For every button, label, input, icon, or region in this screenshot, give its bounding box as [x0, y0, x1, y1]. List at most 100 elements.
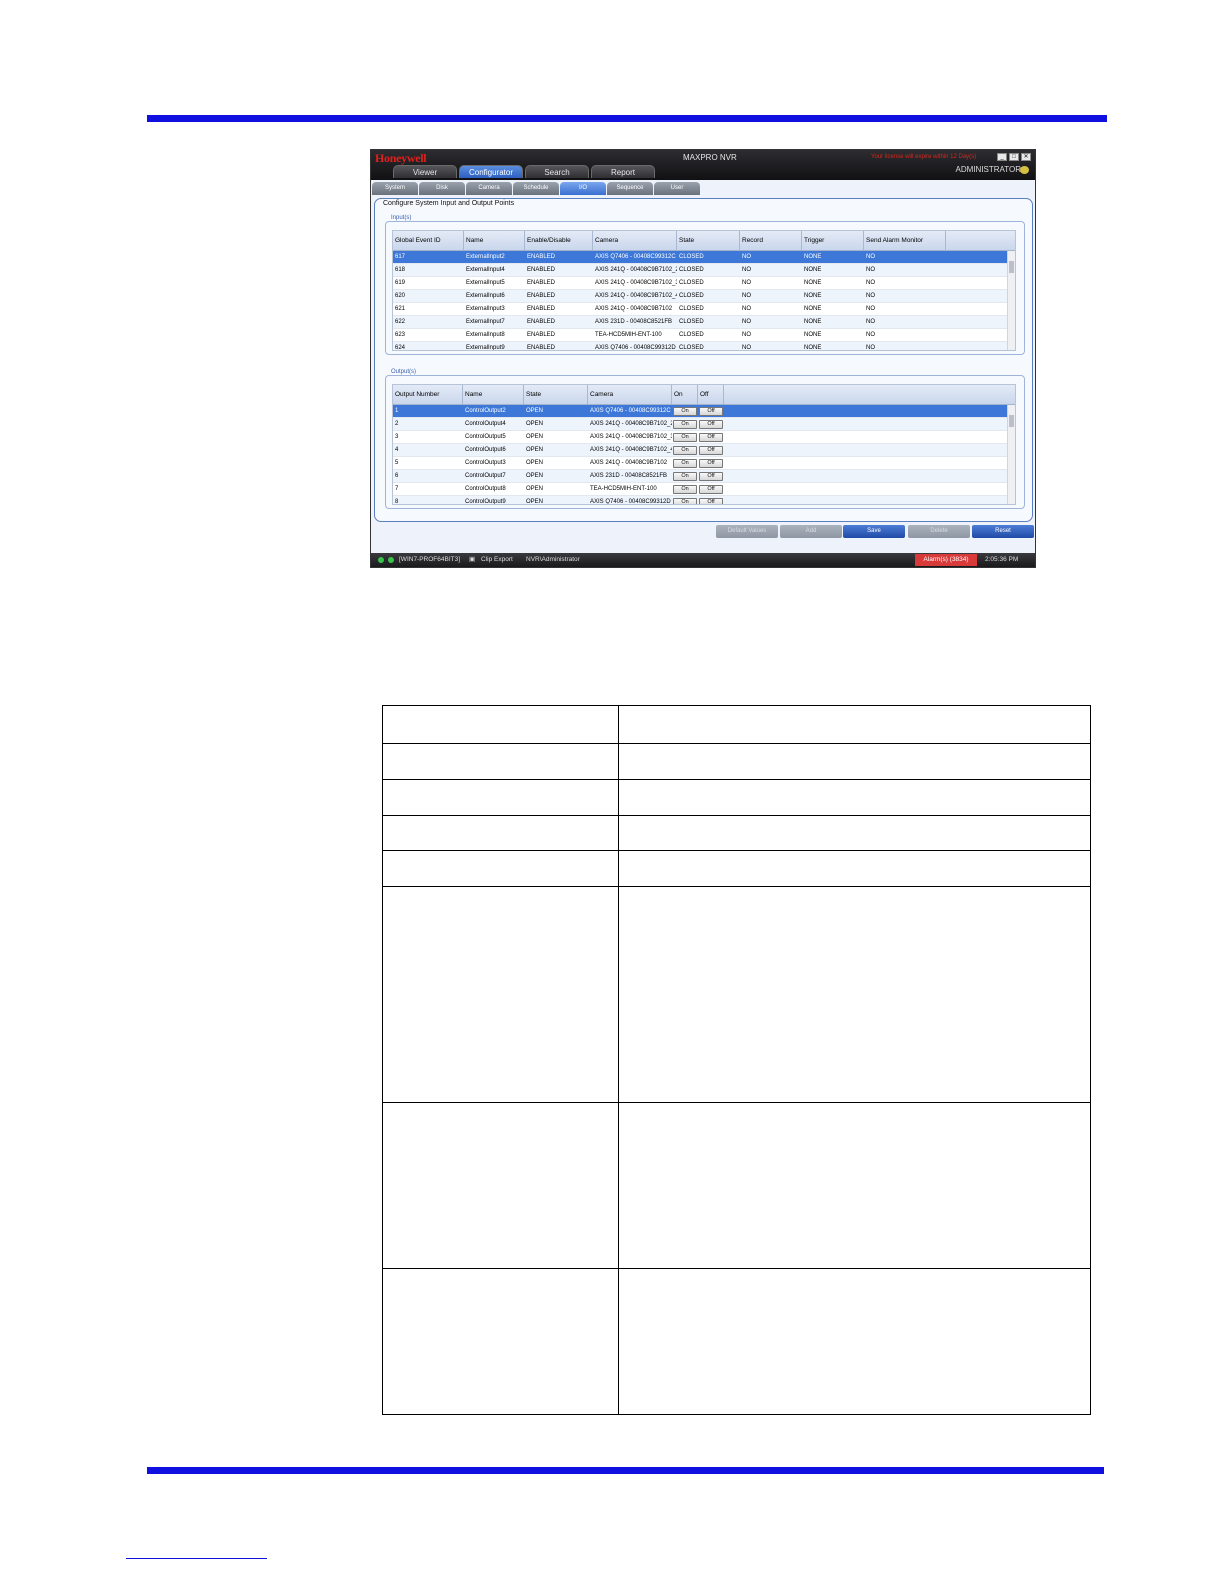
subtab-system[interactable]: System: [372, 182, 418, 195]
outputs-grid: Output Number Name State Camera On Off 1 Contr…: [392, 384, 1016, 505]
column-header[interactable]: Enable/Disable: [525, 231, 593, 250]
off-button[interactable]: Off: [699, 497, 723, 504]
tab-configurator[interactable]: Configurator: [459, 165, 523, 178]
tab-viewer[interactable]: Viewer: [393, 165, 457, 178]
table-row[interactable]: 618 ExternalInput4 ENABLED AXIS 241Q - 0040…: [393, 264, 1015, 277]
table-row[interactable]: 5 ControlOutput3 OPEN AXIS 241Q - 00408C9B7…: [393, 457, 1015, 470]
subtab-disk[interactable]: Disk: [419, 182, 465, 195]
column-header[interactable]: Trigger: [802, 231, 864, 250]
table-row[interactable]: 619 ExternalInput5 ENABLED AXIS 241Q - 0040…: [393, 277, 1015, 290]
subtab-user[interactable]: User: [654, 182, 700, 195]
configurator-subtabs: System Disk Camera Schedule I/O Sequence…: [371, 182, 1035, 196]
column-header[interactable]: Off: [698, 385, 724, 404]
outputs-scrollbar[interactable]: [1007, 405, 1015, 504]
table-cell: NO: [742, 293, 751, 299]
table-row[interactable]: 2 ControlOutput4 OPEN AXIS 241Q - 00408C9B7…: [393, 418, 1015, 431]
inputs-scrollbar[interactable]: [1007, 251, 1015, 350]
off-button[interactable]: Off: [699, 445, 723, 455]
table-cell: CLOSED: [679, 254, 704, 260]
table-row[interactable]: 4 ControlOutput6 OPEN AXIS 241Q - 00408C9B7…: [393, 444, 1015, 457]
table-row[interactable]: 1 ControlOutput2 OPEN AXIS Q7406 - 00408C99…: [393, 405, 1015, 418]
table-cell: ControlOutput2: [465, 408, 506, 414]
clip-export-icon[interactable]: ▣: [469, 553, 475, 567]
table-cell: AXIS Q7406 - 00408C99312C: [590, 408, 671, 414]
column-header[interactable]: State: [677, 231, 740, 250]
table-cell: ControlOutput6: [465, 447, 506, 453]
reset-button[interactable]: Reset: [972, 525, 1034, 538]
table-cell: [618, 850, 1091, 887]
subtab-sequence[interactable]: Sequence: [607, 182, 653, 195]
column-header[interactable]: Name: [464, 231, 525, 250]
off-button[interactable]: Off: [699, 484, 723, 494]
table-cell: OPEN: [526, 447, 544, 453]
table-row[interactable]: 6 ControlOutput7 OPEN AXIS 231D - 00408C852…: [393, 470, 1015, 483]
clip-export-link[interactable]: Clip Export: [481, 553, 513, 567]
user-icon[interactable]: [1020, 166, 1029, 174]
column-header[interactable]: Send Alarm Monitor: [864, 231, 946, 250]
column-header[interactable]: State: [524, 385, 588, 404]
on-button[interactable]: On: [673, 445, 697, 455]
panel-title: Configure System Input and Output Points: [383, 200, 515, 207]
title-bar: Honeywell MAXPRO NVR Your license will e…: [371, 150, 1035, 180]
subtab-io[interactable]: I/O: [560, 182, 606, 195]
column-header[interactable]: Global Event ID: [393, 231, 464, 250]
table-cell: AXIS 241Q - 00408C9B7102: [590, 460, 668, 466]
off-button[interactable]: Off: [699, 432, 723, 442]
brand-logo: Honeywell: [375, 151, 427, 165]
table-cell: 620: [395, 293, 406, 299]
default-values-button[interactable]: Default Values: [716, 525, 778, 538]
table-row[interactable]: 3 ControlOutput5 OPEN AXIS 241Q - 00408C9B7…: [393, 431, 1015, 444]
table-row[interactable]: 621 ExternalInput3 ENABLED AXIS 241Q - 0040…: [393, 303, 1015, 316]
current-user[interactable]: ADMINISTRATOR: [956, 165, 1021, 174]
save-button[interactable]: Save: [843, 525, 905, 538]
on-button[interactable]: On: [673, 484, 697, 494]
column-header[interactable]: Camera: [593, 231, 677, 250]
column-header[interactable]: On: [672, 385, 698, 404]
column-header[interactable]: Camera: [588, 385, 672, 404]
table-cell: [618, 743, 1091, 780]
table-row[interactable]: 620 ExternalInput6 ENABLED AXIS 241Q - 0040…: [393, 290, 1015, 303]
off-button[interactable]: Off: [699, 471, 723, 481]
inputs-group: Input(s) Global Event ID Name Enable/Disab…: [385, 215, 1025, 355]
table-row[interactable]: 622 ExternalInput7 ENABLED AXIS 231D - 0040…: [393, 316, 1015, 329]
tab-report[interactable]: Report: [591, 165, 655, 178]
on-button[interactable]: On: [673, 471, 697, 481]
on-button[interactable]: On: [673, 432, 697, 442]
off-button[interactable]: Off: [699, 419, 723, 429]
table-cell: 622: [395, 319, 406, 325]
minimize-icon[interactable]: _: [997, 153, 1007, 161]
scroll-thumb[interactable]: [1009, 415, 1014, 427]
column-header[interactable]: Name: [463, 385, 524, 404]
on-button[interactable]: On: [673, 497, 697, 504]
subtab-schedule[interactable]: Schedule: [513, 182, 559, 195]
add-button[interactable]: Add: [780, 525, 842, 538]
table-row[interactable]: 617 ExternalInput2 ENABLED AXIS Q7406 - 004…: [393, 251, 1015, 264]
table-row[interactable]: 7 ControlOutput8 OPEN TEA-HCD5MIH-ENT-100 On…: [393, 483, 1015, 496]
column-header[interactable]: Output Number: [393, 385, 463, 404]
action-buttons: Default Values Add Save Delete Reset: [371, 525, 1035, 539]
scroll-thumb[interactable]: [1009, 261, 1014, 273]
close-icon[interactable]: ✕: [1021, 153, 1031, 161]
tab-search[interactable]: Search: [525, 165, 589, 178]
on-button[interactable]: On: [673, 419, 697, 429]
on-button[interactable]: On: [673, 406, 697, 416]
table-cell: AXIS 241Q - 00408C9B7102: [595, 306, 673, 312]
table-row[interactable]: 8 ControlOutput9 OPEN AXIS Q7406 - 00408C99…: [393, 496, 1015, 504]
table-cell: NONE: [804, 280, 822, 286]
column-header[interactable]: Record: [740, 231, 802, 250]
table-row[interactable]: 624 ExternalInput9 ENABLED AXIS Q7406 - 004…: [393, 342, 1015, 350]
off-cell: Off: [698, 470, 724, 482]
table-cell: CLOSED: [679, 293, 704, 299]
off-button[interactable]: Off: [699, 406, 723, 416]
off-button[interactable]: Off: [699, 458, 723, 468]
table-cell: 4: [395, 447, 399, 453]
delete-button[interactable]: Delete: [908, 525, 970, 538]
on-button[interactable]: On: [673, 458, 697, 468]
subtab-camera[interactable]: Camera: [466, 182, 512, 195]
table-row[interactable]: 623 ExternalInput8 ENABLED TEA-HCD5MIH-ENT-…: [393, 329, 1015, 342]
alarm-count-badge[interactable]: Alarm(s) (3834): [915, 554, 977, 566]
on-cell: On: [672, 431, 698, 443]
table-cell: 618: [395, 267, 406, 273]
maximize-icon[interactable]: □: [1009, 153, 1019, 161]
table-cell: ControlOutput8: [465, 486, 506, 492]
